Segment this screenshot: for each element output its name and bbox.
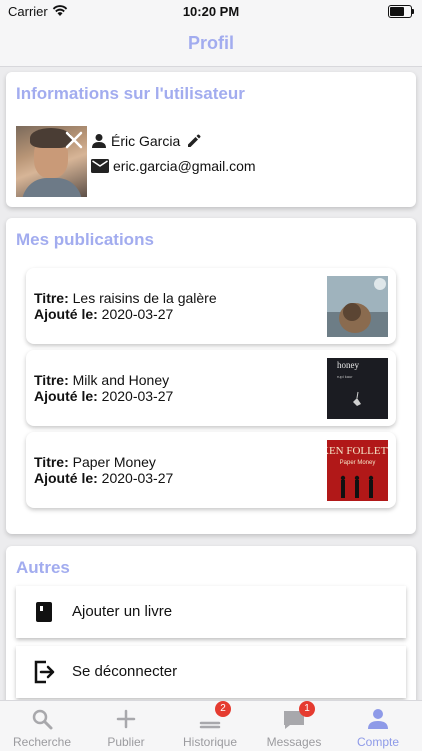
publications-card: Mes publications Titre: Les raisins de l… [6, 218, 416, 534]
other-actions-card: Autres Ajouter un livre Se déconnecter [6, 546, 416, 706]
clock: 10:20 PM [182, 4, 240, 19]
book-cover-image [327, 276, 388, 337]
tab-label: Historique [182, 735, 238, 749]
notification-badge: 2 [215, 701, 231, 717]
svg-text:KEN FOLLETT: KEN FOLLETT [327, 445, 388, 457]
nav-bar: Profil [0, 22, 422, 67]
user-name: Éric Garcia [111, 133, 181, 149]
tab-label: Compte [356, 735, 400, 749]
title-label: Titre: [34, 454, 69, 470]
added-label: Ajouté le: [34, 306, 98, 322]
add-book-label: Ajouter un livre [72, 603, 173, 620]
tab-bar: Recherche Publier 2 Historique 1 Message… [0, 700, 422, 751]
tab-historique[interactable]: 2 Historique [168, 701, 252, 751]
title-label: Titre: [34, 372, 69, 388]
pencil-icon[interactable] [186, 133, 202, 149]
book-cover-image: honey rupi kaur [327, 358, 388, 419]
user-info-card: Informations sur l'utilisateur Éric Garc… [6, 72, 416, 207]
person-icon [92, 134, 106, 148]
status-bar: Carrier 10:20 PM [0, 0, 422, 22]
logout-button[interactable]: Se déconnecter [16, 646, 406, 698]
publication-date: 2020-03-27 [101, 388, 174, 404]
book-cover-image: KEN FOLLETT Paper Money [327, 440, 388, 501]
tab-messages[interactable]: 1 Messages [252, 701, 336, 751]
account-icon [368, 709, 388, 729]
other-actions-title: Autres [16, 558, 70, 577]
publication-title: Milk and Honey [72, 372, 170, 388]
mail-icon [91, 159, 109, 173]
battery-icon [388, 5, 414, 18]
added-label: Ajouté le: [34, 388, 98, 404]
notification-badge: 1 [299, 701, 315, 717]
search-icon [32, 709, 53, 730]
tab-recherche[interactable]: Recherche [0, 701, 84, 751]
title-label: Titre: [34, 290, 69, 306]
user-email: eric.garcia@gmail.com [113, 158, 256, 174]
svg-text:rupi kaur: rupi kaur [337, 374, 353, 379]
tab-label: Publier [107, 735, 145, 749]
user-email-row: eric.garcia@gmail.com [91, 158, 256, 174]
close-icon[interactable] [64, 130, 84, 150]
publication-item[interactable]: Titre: Les raisins de la galère Ajouté l… [26, 268, 396, 344]
user-name-row: Éric Garcia [91, 133, 206, 149]
svg-text:honey: honey [337, 360, 359, 370]
tab-publier[interactable]: Publier [84, 701, 168, 751]
logout-icon [34, 660, 55, 684]
added-label: Ajouté le: [34, 470, 98, 486]
plus-icon [116, 709, 136, 729]
tab-label: Recherche [12, 735, 72, 749]
publication-date: 2020-03-27 [101, 470, 174, 486]
publication-item[interactable]: Titre: Milk and Honey Ajouté le: 2020-03… [26, 350, 396, 426]
logout-label: Se déconnecter [72, 663, 178, 680]
publication-title: Paper Money [72, 454, 156, 470]
publication-item[interactable]: Titre: Paper Money Ajouté le: 2020-03-27… [26, 432, 396, 508]
book-icon [36, 602, 52, 622]
svg-text:Paper Money: Paper Money [340, 460, 376, 466]
tab-compte[interactable]: Compte [336, 701, 420, 751]
user-info-title: Informations sur l'utilisateur [16, 84, 245, 103]
publication-date: 2020-03-27 [101, 306, 174, 322]
page-title: Profil [187, 33, 234, 53]
add-book-button[interactable]: Ajouter un livre [16, 586, 406, 638]
tab-label: Messages [266, 735, 322, 749]
publications-title: Mes publications [16, 230, 154, 249]
avatar[interactable] [16, 126, 87, 197]
publication-title: Les raisins de la galère [72, 290, 217, 306]
